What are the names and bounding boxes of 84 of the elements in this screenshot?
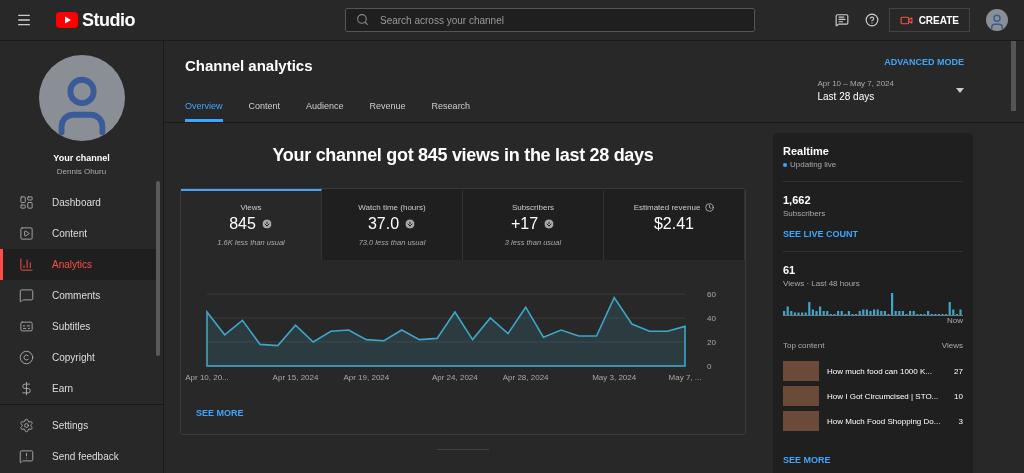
logo-icon bbox=[56, 12, 78, 28]
axis-label: May 7, ... bbox=[668, 373, 702, 382]
page-title: Channel analytics bbox=[185, 57, 314, 74]
headline: Your channel got 845 views in the last 28 days bbox=[272, 145, 654, 166]
feedback-icon bbox=[19, 449, 34, 464]
tab[interactable]: Content bbox=[248, 97, 281, 122]
settings-icon bbox=[19, 418, 34, 433]
axis-label: May 3, 2024 bbox=[592, 373, 637, 382]
live-status: Updating live bbox=[790, 160, 837, 169]
axis-label: 40 bbox=[707, 314, 716, 323]
metric-label: Watch time (hours) bbox=[358, 203, 426, 212]
dollar-icon bbox=[19, 381, 34, 396]
dashboard-icon bbox=[19, 195, 34, 210]
search-icon bbox=[356, 13, 369, 26]
channel-name: Dennis Ohuru bbox=[56, 167, 107, 176]
date-range-dropdown[interactable]: Apr 10 – May 7, 2024 Last 28 days bbox=[817, 79, 964, 102]
video-title[interactable]: How Much Food Shopping Do... bbox=[827, 416, 951, 426]
tab[interactable]: Research bbox=[431, 97, 471, 122]
video-views: 3 bbox=[958, 416, 963, 426]
video-thumbnail[interactable] bbox=[783, 361, 819, 381]
caret-icon bbox=[956, 88, 964, 93]
video-title[interactable]: How I Got Circumcised | STO... bbox=[827, 391, 947, 401]
metric-value: 845 bbox=[229, 215, 256, 233]
live-count-link[interactable]: SEE LIVE COUNT bbox=[783, 229, 963, 239]
metric-label: Subscribers bbox=[511, 203, 555, 212]
now-label: Now bbox=[947, 316, 963, 325]
avatar[interactable] bbox=[986, 9, 1008, 31]
sidebar-item[interactable]: Settings bbox=[0, 410, 157, 441]
axis-label: 20 bbox=[707, 338, 716, 347]
tab[interactable]: Revenue bbox=[369, 97, 406, 122]
video-views: 10 bbox=[954, 391, 963, 401]
axis-label: Apr 28, 2024 bbox=[502, 373, 549, 382]
axis-label: Apr 24, 2024 bbox=[431, 373, 478, 382]
clock-icon bbox=[705, 203, 715, 212]
search-field[interactable]: Search across your channel bbox=[345, 8, 755, 32]
menu-icon[interactable] bbox=[16, 12, 32, 28]
sidebar-item[interactable]: Analytics bbox=[0, 249, 157, 280]
sidebar-item[interactable]: Dashboard bbox=[0, 187, 157, 218]
top-content-label: Top content bbox=[783, 341, 825, 350]
video-title[interactable]: How much food can 1000 K... bbox=[827, 366, 947, 376]
create-button[interactable]: CREATE bbox=[888, 8, 970, 32]
tab[interactable]: Audience bbox=[306, 97, 344, 122]
logo-text: Studio bbox=[82, 9, 135, 31]
axis-label: 0 bbox=[707, 362, 712, 371]
scrollbar[interactable] bbox=[1011, 41, 1016, 111]
metric-value: 37.0 bbox=[367, 215, 400, 233]
tab[interactable]: Overview bbox=[185, 97, 223, 122]
message-icon[interactable] bbox=[834, 13, 849, 27]
metric-label: Views bbox=[240, 203, 262, 212]
video-thumbnail[interactable] bbox=[783, 411, 819, 431]
bar-chart-icon bbox=[19, 257, 34, 272]
realtime-title: Realtime bbox=[783, 145, 830, 157]
live-dot bbox=[783, 162, 787, 167]
metric-tab[interactable]: Estimated revenue $2.41 bbox=[604, 189, 745, 260]
see-more-link[interactable]: SEE MORE bbox=[783, 455, 831, 465]
copyright-icon bbox=[19, 350, 34, 365]
video-views: 27 bbox=[954, 366, 963, 376]
axis-label: Apr 19, 2024 bbox=[343, 373, 390, 382]
help-icon[interactable] bbox=[864, 13, 879, 27]
comment-icon bbox=[19, 288, 34, 303]
axis-label: Apr 15, 2024 bbox=[272, 373, 319, 382]
axis-label: Apr 10, 20... bbox=[185, 373, 229, 382]
sidebar-item[interactable]: Copyright bbox=[0, 342, 157, 373]
metric-label: Estimated revenue bbox=[633, 203, 701, 212]
sidebar-item[interactable]: Comments bbox=[0, 280, 157, 311]
scrollbar[interactable] bbox=[156, 181, 160, 356]
sidebar-item[interactable]: Send feedback bbox=[0, 441, 157, 472]
video-thumbnail[interactable] bbox=[783, 386, 819, 406]
play-icon bbox=[19, 226, 34, 241]
sidebar-item[interactable]: Subtitles bbox=[0, 311, 157, 342]
views-count: 61 bbox=[783, 264, 797, 276]
advanced-mode-link[interactable]: ADVANCED MODE bbox=[884, 57, 964, 67]
sidebar-item[interactable]: Content bbox=[0, 218, 157, 249]
subscriber-label: Subscribers bbox=[783, 209, 827, 218]
views-label: Views · Last 48 hours bbox=[783, 279, 861, 288]
views-column-label: Views bbox=[941, 341, 963, 350]
metric-value: +17 bbox=[510, 215, 539, 233]
subtitles-icon bbox=[19, 319, 34, 334]
channel-title: Your channel bbox=[53, 153, 110, 163]
sidebar-item[interactable]: Earn bbox=[0, 373, 157, 404]
see-more-link[interactable]: SEE MORE bbox=[196, 408, 244, 418]
metric-value: $2.41 bbox=[653, 215, 694, 233]
subscriber-count: 1,662 bbox=[783, 194, 812, 206]
axis-label: 60 bbox=[707, 290, 716, 299]
